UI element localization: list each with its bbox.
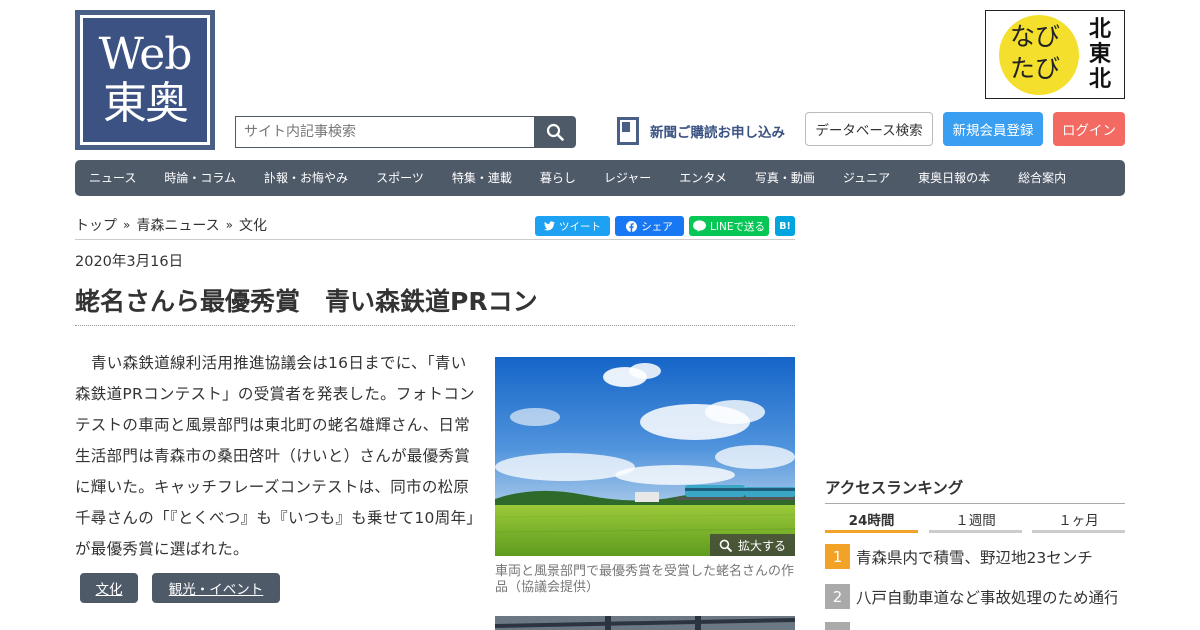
line-share-button[interactable]: LINEで送る bbox=[689, 216, 769, 236]
navitabi-vertical-char: 東 bbox=[1088, 42, 1111, 67]
ranking-title: アクセスランキング bbox=[825, 479, 964, 497]
breadcrumb-separator: » bbox=[123, 218, 131, 232]
search-icon bbox=[546, 123, 564, 141]
breadcrumb-aomori-news[interactable]: 青森ニュース bbox=[136, 215, 219, 235]
rank-headline: 青森県内で積雪、野辺地23センチ bbox=[856, 548, 1093, 567]
site-logo[interactable]: Web 東奥 bbox=[75, 10, 215, 150]
twitter-bird-icon bbox=[544, 221, 555, 231]
search-button[interactable] bbox=[534, 116, 576, 148]
nav-item-books[interactable]: 東奥日報の本 bbox=[904, 160, 1004, 196]
nav-item-obituary[interactable]: 訃報・お悔やみ bbox=[250, 160, 362, 196]
register-button[interactable]: 新規会員登録 bbox=[943, 112, 1043, 146]
navitabi-vertical-char: 北 bbox=[1088, 17, 1111, 42]
tweet-label: ツイート bbox=[559, 220, 601, 233]
global-nav: ニュース 時論・コラム 訃報・お悔やみ スポーツ 特集・連載 暮らし レジャー … bbox=[75, 160, 1125, 196]
photo-caption: 車両と風景部門で最優秀賞を受賞した蛯名さんの作品（協議会提供） bbox=[495, 564, 795, 595]
tab-24h[interactable]: 24時間 bbox=[825, 507, 918, 533]
tab-1week[interactable]: １週間 bbox=[929, 507, 1022, 533]
nav-item-guide[interactable]: 総合案内 bbox=[1004, 160, 1080, 196]
nav-item-entertainment[interactable]: エンタメ bbox=[665, 160, 741, 196]
site-search bbox=[235, 116, 576, 148]
nav-item-news[interactable]: ニュース bbox=[75, 160, 150, 196]
second-photo-image bbox=[495, 616, 795, 630]
nav-item-photo-video[interactable]: 写真・動画 bbox=[741, 160, 829, 196]
article-body: 青い森鉄道線利活用推進協議会は16日までに、「青い森鉄道PRコンテスト」の受賞者… bbox=[75, 354, 475, 558]
ranking-divider bbox=[825, 503, 1125, 504]
rank-number-partial bbox=[825, 622, 850, 630]
navitabi-vertical-char: 北 bbox=[1088, 67, 1111, 92]
tab-1month[interactable]: １ヶ月 bbox=[1032, 507, 1125, 533]
article-title: 蛯名さんら最優秀賞 青い森鉄道PRコン bbox=[75, 287, 538, 316]
line-icon bbox=[693, 220, 707, 232]
breadcrumb-top[interactable]: トップ bbox=[75, 215, 117, 235]
ranking-item-partial[interactable] bbox=[825, 622, 1117, 630]
nav-item-sports[interactable]: スポーツ bbox=[362, 160, 438, 196]
logo-line-toou: 東奥 bbox=[103, 78, 189, 129]
search-input[interactable] bbox=[235, 116, 534, 148]
tag-tourism-event[interactable]: 観光・イベント bbox=[152, 573, 280, 603]
database-search-button[interactable]: データベース検索 bbox=[805, 112, 933, 146]
hatena-bookmark-button[interactable]: B! bbox=[775, 216, 795, 236]
facebook-icon bbox=[626, 220, 638, 232]
navitabi-text-2: たび bbox=[1010, 54, 1061, 83]
subscribe-link[interactable]: 新聞ご購読お申し込み bbox=[617, 117, 785, 145]
ranking-item[interactable]: 1 青森県内で積雪、野辺地23センチ bbox=[825, 544, 1117, 569]
title-divider bbox=[75, 325, 795, 326]
navitabi-vertical-text: 北 東 北 bbox=[1087, 17, 1113, 92]
breadcrumb-divider bbox=[75, 239, 795, 240]
breadcrumb-culture[interactable]: 文化 bbox=[239, 215, 267, 235]
second-photo[interactable] bbox=[495, 616, 795, 630]
line-share-label: LINEで送る bbox=[710, 220, 765, 233]
site-logo-inner: Web 東奥 bbox=[80, 15, 210, 145]
rank-number: 1 bbox=[825, 544, 850, 569]
tag-culture[interactable]: 文化 bbox=[80, 573, 138, 603]
logo-line-web: Web bbox=[98, 29, 193, 80]
ranking-item[interactable]: 2 八戸自動車道など事故処理のため通行止め bbox=[825, 584, 1117, 609]
nav-item-column[interactable]: 時論・コラム bbox=[150, 160, 250, 196]
article-date: 2020年3月16日 bbox=[75, 254, 184, 270]
article-photo[interactable] bbox=[495, 357, 795, 556]
tweet-button[interactable]: ツイート bbox=[535, 216, 610, 236]
subscribe-label: 新聞ご購読お申し込み bbox=[650, 125, 785, 141]
navitabi-banner[interactable]: なび たび 北 東 北 bbox=[985, 10, 1125, 99]
rice-field-train-image bbox=[495, 357, 795, 556]
navitabi-text-1: なび bbox=[1010, 22, 1061, 51]
breadcrumb-separator: » bbox=[225, 218, 233, 232]
facebook-share-button[interactable]: シェア bbox=[615, 216, 684, 236]
photo-zoom-button[interactable]: 拡大する bbox=[710, 534, 795, 556]
breadcrumb: トップ » 青森ニュース » 文化 bbox=[75, 215, 267, 235]
nav-item-features[interactable]: 特集・連載 bbox=[438, 160, 526, 196]
rank-number: 2 bbox=[825, 584, 850, 609]
newspaper-icon bbox=[617, 117, 639, 145]
photo-zoom-label: 拡大する bbox=[737, 538, 786, 553]
login-button[interactable]: ログイン bbox=[1053, 112, 1125, 146]
magnifier-icon bbox=[719, 539, 732, 552]
rank-headline: 八戸自動車道など事故処理のため通行止め bbox=[856, 588, 1117, 607]
nav-item-junior[interactable]: ジュニア bbox=[829, 160, 904, 196]
nav-item-leisure[interactable]: レジャー bbox=[590, 160, 665, 196]
facebook-share-label: シェア bbox=[641, 220, 673, 233]
nav-item-living[interactable]: 暮らし bbox=[526, 160, 590, 196]
